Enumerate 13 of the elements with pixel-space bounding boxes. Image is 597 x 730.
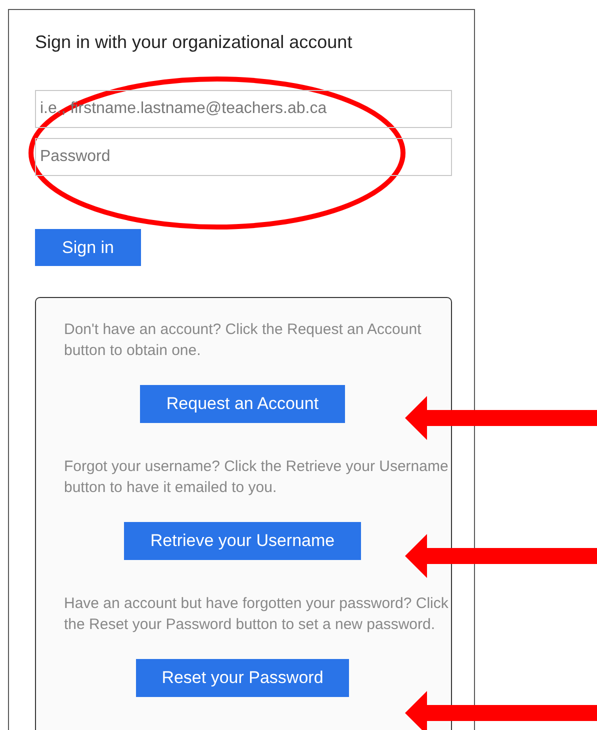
help-button[interactable]: Retrieve your Username xyxy=(124,522,361,560)
arrow-icon xyxy=(405,396,597,440)
help-text: Don't have an account? Click the Request an Account button to obtain one. xyxy=(64,320,422,360)
help-text: Have an account but have forgotten your password? Click the Reset your Password button to set a new password. xyxy=(64,594,450,634)
help-button[interactable]: Request an Account xyxy=(140,385,345,423)
arrow-icon xyxy=(405,691,597,730)
sign-in-button[interactable]: Sign in xyxy=(35,229,141,266)
arrow-icon xyxy=(405,534,597,578)
password-field[interactable]: Password xyxy=(35,138,452,176)
form-title: Sign in with your organizational account xyxy=(35,32,354,52)
help-text: Forgot your username? Click the Retrieve your Username button to have it emailed to you. xyxy=(64,457,450,498)
username-field[interactable]: i.e., firstname.lastname@teachers.ab.ca xyxy=(35,90,452,128)
help-button[interactable]: Reset your Password xyxy=(136,659,350,697)
